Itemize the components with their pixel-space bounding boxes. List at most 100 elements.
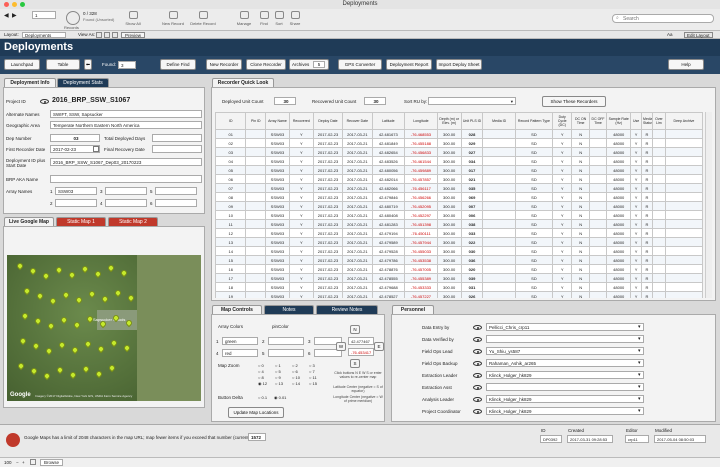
table-cell[interactable]: 2017-03-21 bbox=[342, 210, 373, 220]
table-cell[interactable]: SD bbox=[514, 192, 553, 202]
show-these-recorders-button[interactable]: Show These Recorders bbox=[542, 96, 606, 107]
table-cell[interactable]: -76.453538 bbox=[404, 255, 438, 265]
personnel-select[interactable]: Rahaman_Ashik_ar265 bbox=[486, 359, 644, 367]
table-row[interactable]: 08 SSW03 Y 2017-02-23 2017-03-21 42.479846 -76… bbox=[215, 192, 704, 202]
table-cell[interactable]: N bbox=[571, 147, 590, 157]
sort-by-select[interactable]: ▾ bbox=[428, 97, 516, 105]
table-cell[interactable]: 2017-02-23 bbox=[312, 192, 344, 202]
column-header[interactable]: Record Pattern Type bbox=[514, 112, 553, 130]
table-cell[interactable]: 42.481283 bbox=[371, 219, 406, 229]
delete-record-button[interactable]: Delete Record bbox=[188, 11, 218, 26]
array-name-5[interactable] bbox=[155, 187, 197, 195]
table-cell[interactable] bbox=[651, 282, 666, 292]
table-cell[interactable]: R bbox=[641, 228, 653, 238]
table-cell[interactable]: Y bbox=[288, 255, 314, 265]
table-cell[interactable] bbox=[482, 273, 516, 283]
zoom-option[interactable]: ○ 5 bbox=[275, 369, 281, 374]
table-cell[interactable]: 2017-02-23 bbox=[312, 291, 344, 298]
table-cell[interactable]: 035 bbox=[460, 183, 484, 193]
table-cell[interactable]: Y bbox=[288, 264, 314, 274]
zoom-option[interactable]: ○ 2 bbox=[292, 363, 298, 368]
table-cell[interactable]: R bbox=[641, 246, 653, 256]
table-cell[interactable]: SSW03 bbox=[265, 246, 290, 256]
table-cell[interactable]: Y bbox=[630, 165, 643, 175]
table-cell[interactable]: SD bbox=[514, 210, 553, 220]
table-cell[interactable]: SD bbox=[514, 183, 553, 193]
table-cell[interactable]: 48000 bbox=[606, 138, 632, 148]
table-cell[interactable]: 2017-03-21 bbox=[342, 174, 373, 184]
table-cell[interactable]: 034 bbox=[460, 156, 484, 166]
table-cell[interactable]: 300.00 bbox=[436, 219, 462, 229]
table-cell[interactable]: 2017-02-23 bbox=[312, 129, 344, 139]
table-cell[interactable]: 01 bbox=[215, 129, 247, 139]
table-cell[interactable]: SSW03 bbox=[265, 129, 290, 139]
table-cell[interactable]: Y bbox=[551, 237, 573, 247]
table-cell[interactable]: R bbox=[641, 129, 653, 139]
table-cell[interactable]: SSW03 bbox=[265, 237, 290, 247]
array-name-6[interactable] bbox=[155, 199, 197, 207]
search-input[interactable] bbox=[612, 14, 714, 23]
table-cell[interactable]: 2017-03-21 bbox=[342, 228, 373, 238]
table-scrollbar[interactable] bbox=[705, 112, 712, 298]
table-cell[interactable] bbox=[245, 156, 266, 166]
personnel-select[interactable]: Pellicci_Chris_crp11 bbox=[486, 323, 644, 331]
table-cell[interactable]: R bbox=[641, 138, 653, 148]
table-cell[interactable]: 42.479688 bbox=[371, 282, 406, 292]
table-cell[interactable]: 2017-03-21 bbox=[342, 237, 373, 247]
table-cell[interactable] bbox=[651, 228, 666, 238]
deep-archive-cell[interactable] bbox=[664, 210, 704, 220]
table-cell[interactable]: -76.455389 bbox=[404, 273, 438, 283]
table-cell[interactable]: 007 bbox=[460, 201, 484, 211]
eye-icon[interactable] bbox=[473, 361, 482, 366]
table-row[interactable]: 01 SSW03 Y 2017-02-23 2017-03-21 42.481673 -76… bbox=[215, 129, 704, 139]
tab-static-map-1[interactable]: Static Map 1 bbox=[56, 217, 106, 226]
table-cell[interactable]: SD bbox=[514, 282, 553, 292]
table-cell[interactable] bbox=[482, 291, 516, 298]
table-cell[interactable]: 19 bbox=[215, 291, 247, 298]
table-cell[interactable]: 300.00 bbox=[436, 282, 462, 292]
table-cell[interactable]: 020 bbox=[460, 264, 484, 274]
table-cell[interactable]: 48000 bbox=[606, 147, 632, 157]
table-cell[interactable] bbox=[651, 138, 666, 148]
table-cell[interactable] bbox=[245, 165, 266, 175]
mode-select[interactable]: Browse bbox=[40, 459, 64, 466]
table-cell[interactable]: SD bbox=[514, 237, 553, 247]
table-cell[interactable]: 2017-03-21 bbox=[342, 192, 373, 202]
layout-select[interactable]: Deployments bbox=[22, 32, 66, 38]
final-date-field[interactable] bbox=[152, 145, 202, 153]
table-cell[interactable]: 48000 bbox=[606, 246, 632, 256]
table-cell[interactable]: 300.00 bbox=[436, 255, 462, 265]
table-cell[interactable]: 2017-03-21 bbox=[342, 264, 373, 274]
table-cell[interactable]: SD bbox=[514, 129, 553, 139]
table-cell[interactable]: SSW03 bbox=[265, 174, 290, 184]
table-cell[interactable]: -76.450111 bbox=[404, 228, 438, 238]
table-cell[interactable]: -76.456117 bbox=[404, 183, 438, 193]
toggle-toolbar-icon[interactable] bbox=[30, 459, 36, 465]
table-cell[interactable]: SD bbox=[514, 138, 553, 148]
table-cell[interactable]: SD bbox=[514, 147, 553, 157]
table-cell[interactable]: 05 bbox=[215, 165, 247, 175]
table-cell[interactable]: SSW03 bbox=[265, 147, 290, 157]
column-header[interactable]: Latitude bbox=[371, 112, 406, 130]
table-cell[interactable]: R bbox=[641, 156, 653, 166]
table-cell[interactable]: Y bbox=[551, 201, 573, 211]
table-cell[interactable]: Y bbox=[288, 291, 314, 298]
back-arrow-button[interactable]: ⬅ bbox=[84, 59, 92, 70]
personnel-select[interactable]: Klinck_Holger_hk829 bbox=[486, 407, 644, 415]
table-cell[interactable]: Y bbox=[288, 147, 314, 157]
table-cell[interactable] bbox=[651, 273, 666, 283]
table-cell[interactable] bbox=[588, 201, 608, 211]
table-cell[interactable] bbox=[651, 156, 666, 166]
table-cell[interactable] bbox=[482, 210, 516, 220]
table-cell[interactable]: 2017-03-21 bbox=[342, 201, 373, 211]
table-cell[interactable]: SD bbox=[514, 201, 553, 211]
table-cell[interactable]: R bbox=[641, 201, 653, 211]
table-cell[interactable]: 069 bbox=[460, 192, 484, 202]
table-cell[interactable]: Y bbox=[288, 183, 314, 193]
table-cell[interactable]: Y bbox=[288, 219, 314, 229]
table-cell[interactable]: N bbox=[571, 264, 590, 274]
eye-icon[interactable] bbox=[473, 325, 482, 330]
personnel-select[interactable]: Klinck_Holger_hk829 bbox=[486, 395, 644, 403]
table-cell[interactable] bbox=[245, 255, 266, 265]
import-deploy-sheet-button[interactable]: Import Deploy Sheet bbox=[436, 59, 482, 70]
